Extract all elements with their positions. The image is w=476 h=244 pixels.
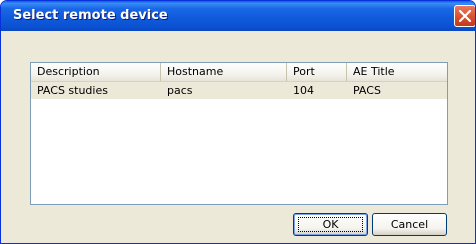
table-row[interactable]: PACS studies pacs 104 PACS xyxy=(31,82,447,99)
list-header: Description Hostname Port AE Title xyxy=(31,63,447,82)
cancel-button[interactable]: Cancel xyxy=(372,213,447,236)
column-header-port[interactable]: Port xyxy=(287,63,347,81)
remote-devices-list[interactable]: Description Hostname Port AE Title PACS … xyxy=(30,62,448,205)
close-button[interactable] xyxy=(454,5,475,27)
column-header-ae-title[interactable]: AE Title xyxy=(347,63,447,81)
column-header-description[interactable]: Description xyxy=(31,63,161,81)
dialog-client-area: Description Hostname Port AE Title PACS … xyxy=(4,31,472,240)
ok-button-label: OK xyxy=(322,218,339,231)
cell-port: 104 xyxy=(293,84,314,97)
cell-ae-title: PACS xyxy=(353,84,381,97)
cancel-button-label: Cancel xyxy=(390,218,429,231)
close-icon xyxy=(459,10,471,22)
column-header-hostname[interactable]: Hostname xyxy=(161,63,287,81)
title-bar[interactable]: Select remote device xyxy=(1,1,475,31)
select-remote-device-dialog: Select remote device Description Hostnam… xyxy=(0,0,476,244)
cell-description: PACS studies xyxy=(37,84,108,97)
cell-hostname: pacs xyxy=(167,84,193,97)
ok-button[interactable]: OK xyxy=(293,213,368,236)
window-title: Select remote device xyxy=(13,8,168,23)
